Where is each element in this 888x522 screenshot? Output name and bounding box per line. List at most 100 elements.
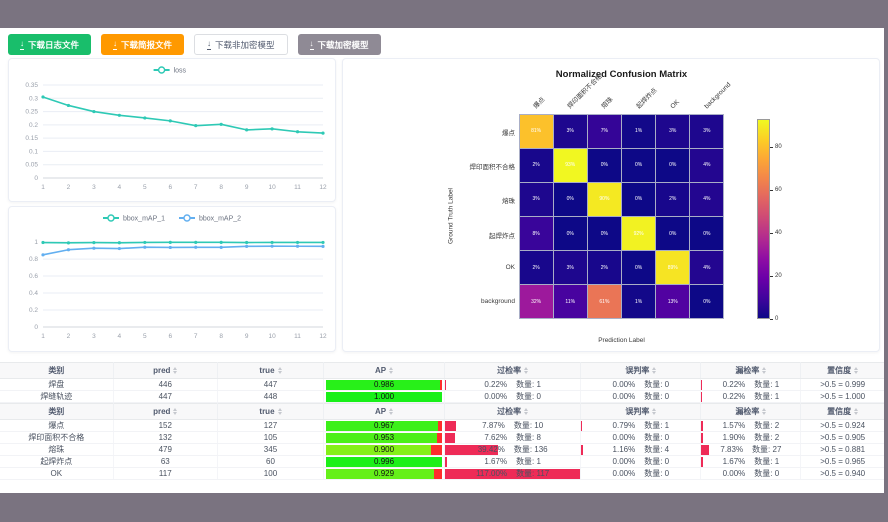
column-header-label: 误判率 bbox=[625, 366, 649, 375]
rate-count: 数量: 1 bbox=[754, 380, 779, 389]
confidence-cell: >0.5 = 0.999 bbox=[801, 379, 884, 391]
rate-count: 数量: 0 bbox=[516, 392, 541, 401]
data-point bbox=[169, 119, 172, 122]
rate-value: 0.79% bbox=[613, 421, 636, 430]
rate-bar bbox=[581, 421, 582, 431]
column-label: 起焊炸点 bbox=[635, 87, 659, 111]
ap-cell: 0.953 bbox=[324, 432, 445, 444]
miss-rate-cell: 1.90%数量: 2 bbox=[701, 432, 801, 444]
rate-value: 7.83% bbox=[720, 445, 743, 454]
x-tick-label: 5 bbox=[143, 184, 147, 191]
rate-count: 数量: 1 bbox=[754, 457, 779, 466]
download-encrypted-model-button[interactable]: ↓ 下载加密模型 bbox=[298, 34, 381, 55]
download-unencrypted-model-button[interactable]: ↓ 下载非加密模型 bbox=[194, 34, 288, 55]
sort-icon[interactable] bbox=[278, 408, 282, 415]
confidence-cell: >0.5 = 0.924 bbox=[801, 420, 884, 432]
legend-marker-icon bbox=[159, 67, 165, 73]
x-tick-label: 10 bbox=[268, 333, 276, 340]
data-point bbox=[220, 123, 223, 126]
column-header-3[interactable]: AP bbox=[324, 404, 445, 420]
rate-value: 0.00% bbox=[613, 457, 636, 466]
sort-icon[interactable] bbox=[389, 408, 393, 415]
column-header-4[interactable]: 过检率 bbox=[445, 363, 581, 379]
pred-cell: 152 bbox=[113, 420, 217, 432]
confusion-matrix-title: Normalized Confusion Matrix bbox=[519, 69, 724, 80]
ap-bar: 0.996 bbox=[326, 457, 442, 467]
y-tick-label: 0.6 bbox=[29, 273, 38, 280]
misjudge-rate-cell: 0.00%数量: 0 bbox=[581, 379, 701, 391]
table-row: 熔珠4793450.90039.42%数量: 1361.16%数量: 47.83… bbox=[0, 444, 884, 456]
misjudge-rate-cell: 1.16%数量: 4 bbox=[581, 444, 701, 456]
sort-icon[interactable] bbox=[762, 408, 766, 415]
x-tick-label: 5 bbox=[143, 333, 147, 340]
y-tick-label: 0.35 bbox=[25, 82, 38, 89]
matrix-cell: 3% bbox=[656, 115, 689, 148]
column-header-1[interactable]: pred bbox=[113, 404, 217, 420]
ap-bar: 1.000 bbox=[326, 392, 442, 402]
column-header-7[interactable]: 置信度 bbox=[801, 363, 884, 379]
sort-icon[interactable] bbox=[389, 367, 393, 374]
matrix-cell: 92% bbox=[622, 217, 655, 250]
miss-rate-cell: 1.57%数量: 2 bbox=[701, 420, 801, 432]
column-header-1[interactable]: pred bbox=[113, 363, 217, 379]
true-cell: 60 bbox=[217, 456, 323, 468]
column-header-2[interactable]: true bbox=[217, 404, 323, 420]
x-tick-label: 2 bbox=[67, 184, 71, 191]
download-report-button[interactable]: ↓ 下载简报文件 bbox=[101, 34, 184, 55]
sort-icon[interactable] bbox=[524, 408, 528, 415]
y-tick-label: 0.3 bbox=[29, 95, 38, 102]
column-header-6[interactable]: 漏检率 bbox=[701, 363, 801, 379]
download-log-button[interactable]: ↓ 下载日志文件 bbox=[8, 34, 91, 55]
sort-icon[interactable] bbox=[173, 408, 177, 415]
column-header-label: 误判率 bbox=[625, 407, 649, 416]
x-tick-label: 12 bbox=[319, 184, 327, 191]
sort-icon[interactable] bbox=[854, 408, 858, 415]
column-header-7[interactable]: 置信度 bbox=[801, 404, 884, 420]
sort-icon[interactable] bbox=[652, 367, 656, 374]
legend-item-bbox_mAP_1[interactable]: bbox_mAP_1 bbox=[103, 215, 165, 223]
column-label: OK bbox=[669, 99, 681, 111]
legend-item-bbox_mAP_2[interactable]: bbox_mAP_2 bbox=[179, 215, 241, 223]
data-point bbox=[67, 241, 70, 244]
segmentation-metrics-table: 类别predtrueAP过检率误判率漏检率置信度焊盘4464470.9860.2… bbox=[0, 362, 884, 403]
column-header-3[interactable]: AP bbox=[324, 363, 445, 379]
column-header-5[interactable]: 误判率 bbox=[581, 363, 701, 379]
sort-icon[interactable] bbox=[278, 367, 282, 374]
sort-icon[interactable] bbox=[762, 367, 766, 374]
matrix-cell: 2% bbox=[588, 251, 621, 284]
x-tick-label: 1 bbox=[41, 333, 45, 340]
metrics-tables: 类别predtrueAP过检率误判率漏检率置信度焊盘4464470.9860.2… bbox=[0, 362, 884, 480]
data-point bbox=[118, 241, 121, 244]
confidence-cell: >0.5 = 0.965 bbox=[801, 456, 884, 468]
rate-count: 数量: 0 bbox=[644, 380, 669, 389]
sort-icon[interactable] bbox=[524, 367, 528, 374]
column-header-4[interactable]: 过检率 bbox=[445, 404, 581, 420]
column-header-2[interactable]: true bbox=[217, 363, 323, 379]
column-header-label: true bbox=[259, 407, 274, 416]
ap-value: 0.996 bbox=[326, 457, 442, 467]
matrix-cell: 4% bbox=[690, 183, 723, 216]
rate-count: 数量: 0 bbox=[754, 469, 779, 478]
data-point bbox=[194, 124, 197, 127]
matrix-cell: 0% bbox=[554, 217, 587, 250]
confidence-cell: >0.5 = 1.000 bbox=[801, 391, 884, 403]
ap-value: 0.953 bbox=[326, 433, 442, 443]
row-label: 熔珠 bbox=[429, 195, 515, 205]
series-line bbox=[43, 242, 323, 243]
matrix-cell: 0% bbox=[656, 217, 689, 250]
rate-count: 数量: 0 bbox=[644, 469, 669, 478]
legend-item-loss[interactable]: loss bbox=[154, 67, 187, 75]
ap-cell: 0.929 bbox=[324, 468, 445, 480]
confusion-matrix-card: Normalized Confusion Matrix Ground Truth… bbox=[342, 58, 880, 352]
sort-icon[interactable] bbox=[652, 408, 656, 415]
sort-icon[interactable] bbox=[173, 367, 177, 374]
column-header-label: 漏检率 bbox=[735, 366, 759, 375]
rate-value: 0.00% bbox=[613, 392, 636, 401]
sort-icon[interactable] bbox=[854, 367, 858, 374]
column-header-5[interactable]: 误判率 bbox=[581, 404, 701, 420]
column-label: 爆点 bbox=[532, 96, 547, 111]
column-header-0: 类别 bbox=[0, 363, 113, 379]
column-header-6[interactable]: 漏检率 bbox=[701, 404, 801, 420]
ap-bar: 0.900 bbox=[326, 445, 442, 455]
true-cell: 100 bbox=[217, 468, 323, 480]
